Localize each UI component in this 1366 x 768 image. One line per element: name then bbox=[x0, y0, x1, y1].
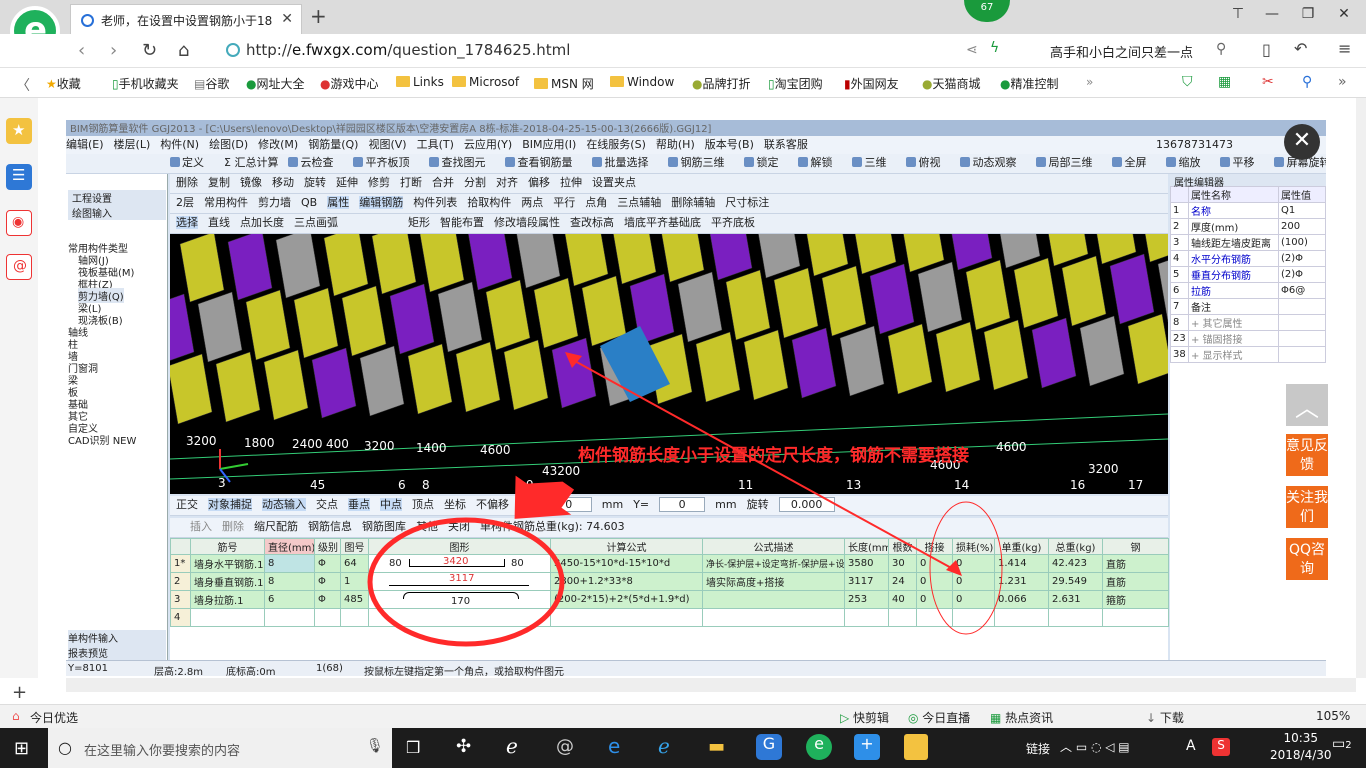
daily-pick-icon[interactable]: ⌂ bbox=[12, 709, 20, 723]
browser-statusbar: ⌂ 今日优选 ▷ 快剪辑 ◎ 今日直播 ▦ 热点资讯 ↓ 下载 105% bbox=[0, 704, 1366, 728]
ie-icon[interactable]: ℯ bbox=[658, 734, 670, 758]
daily-pick[interactable]: 今日优选 bbox=[30, 709, 78, 726]
task-view-icon[interactable]: ❒ bbox=[406, 738, 420, 757]
live-today[interactable]: ◎ 今日直播 bbox=[908, 709, 970, 726]
notes-app-icon[interactable] bbox=[904, 734, 928, 760]
windows-start-icon[interactable]: ⊞ bbox=[14, 738, 29, 759]
feedback-button[interactable]: 意见反馈 bbox=[1286, 434, 1328, 476]
plus-app-icon[interactable]: + bbox=[854, 734, 880, 760]
sogou-icon[interactable]: S bbox=[1212, 738, 1230, 756]
annotation-circle-lap bbox=[929, 501, 1003, 635]
annotation-arrowhead-2 bbox=[946, 560, 962, 576]
taskbar-search-placeholder: 在这里输入你要搜索的内容 bbox=[84, 744, 241, 759]
ime-indicator[interactable]: A bbox=[1186, 738, 1196, 754]
back-to-top-button[interactable]: ︿ bbox=[1286, 384, 1328, 426]
horizontal-scrollbar[interactable] bbox=[66, 678, 1356, 692]
follow-us-button[interactable]: 关注我们 bbox=[1286, 486, 1328, 528]
clock-time: 10:35 bbox=[1283, 731, 1319, 745]
annotation-arrowhead-1 bbox=[565, 352, 582, 368]
tray-link[interactable]: 链接 bbox=[1026, 740, 1050, 757]
notification-icon[interactable]: ▭2 bbox=[1332, 736, 1352, 752]
annotation-overlay bbox=[367, 352, 1003, 647]
taskbar-clock[interactable]: 10:35 2018/4/30 bbox=[1270, 730, 1332, 764]
glodon-icon[interactable]: G bbox=[756, 734, 782, 760]
annotation-circle-shape bbox=[367, 517, 565, 647]
edge-icon[interactable]: e bbox=[608, 734, 620, 758]
qq-consult-button[interactable]: QQ咨询 bbox=[1286, 538, 1328, 580]
tray-icons[interactable]: ︿ ▭ ◌ ◁ ▤ bbox=[1060, 738, 1130, 755]
annotation-down-arrow bbox=[514, 475, 575, 519]
zoom-level[interactable]: 105% bbox=[1316, 709, 1350, 723]
clock-date: 2018/4/30 bbox=[1270, 748, 1332, 762]
downloads[interactable]: ↓ 下载 bbox=[1146, 709, 1184, 726]
browser-e-taskbar-icon[interactable]: ℯ bbox=[506, 734, 518, 758]
fan-app-icon[interactable]: ✣ bbox=[456, 736, 471, 757]
cortana-icon: ○ bbox=[58, 738, 72, 757]
browser-360-icon[interactable]: e bbox=[806, 734, 832, 760]
spiral-app-icon[interactable]: @ bbox=[556, 736, 574, 757]
mic-icon[interactable]: 🎙 bbox=[366, 738, 384, 754]
close-overlay-button[interactable]: ✕ bbox=[1284, 124, 1320, 160]
explorer-icon[interactable]: ▬ bbox=[708, 736, 725, 757]
hot-news[interactable]: ▦ 热点资讯 bbox=[990, 709, 1053, 726]
quick-edit[interactable]: ▷ 快剪辑 bbox=[840, 709, 889, 726]
annotation-text: 构件钢筋长度小于设置的定尺长度，钢筋不需要搭接 bbox=[578, 446, 969, 466]
taskbar-search[interactable]: ○ 在这里输入你要搜索的内容 🎙 bbox=[48, 728, 392, 768]
